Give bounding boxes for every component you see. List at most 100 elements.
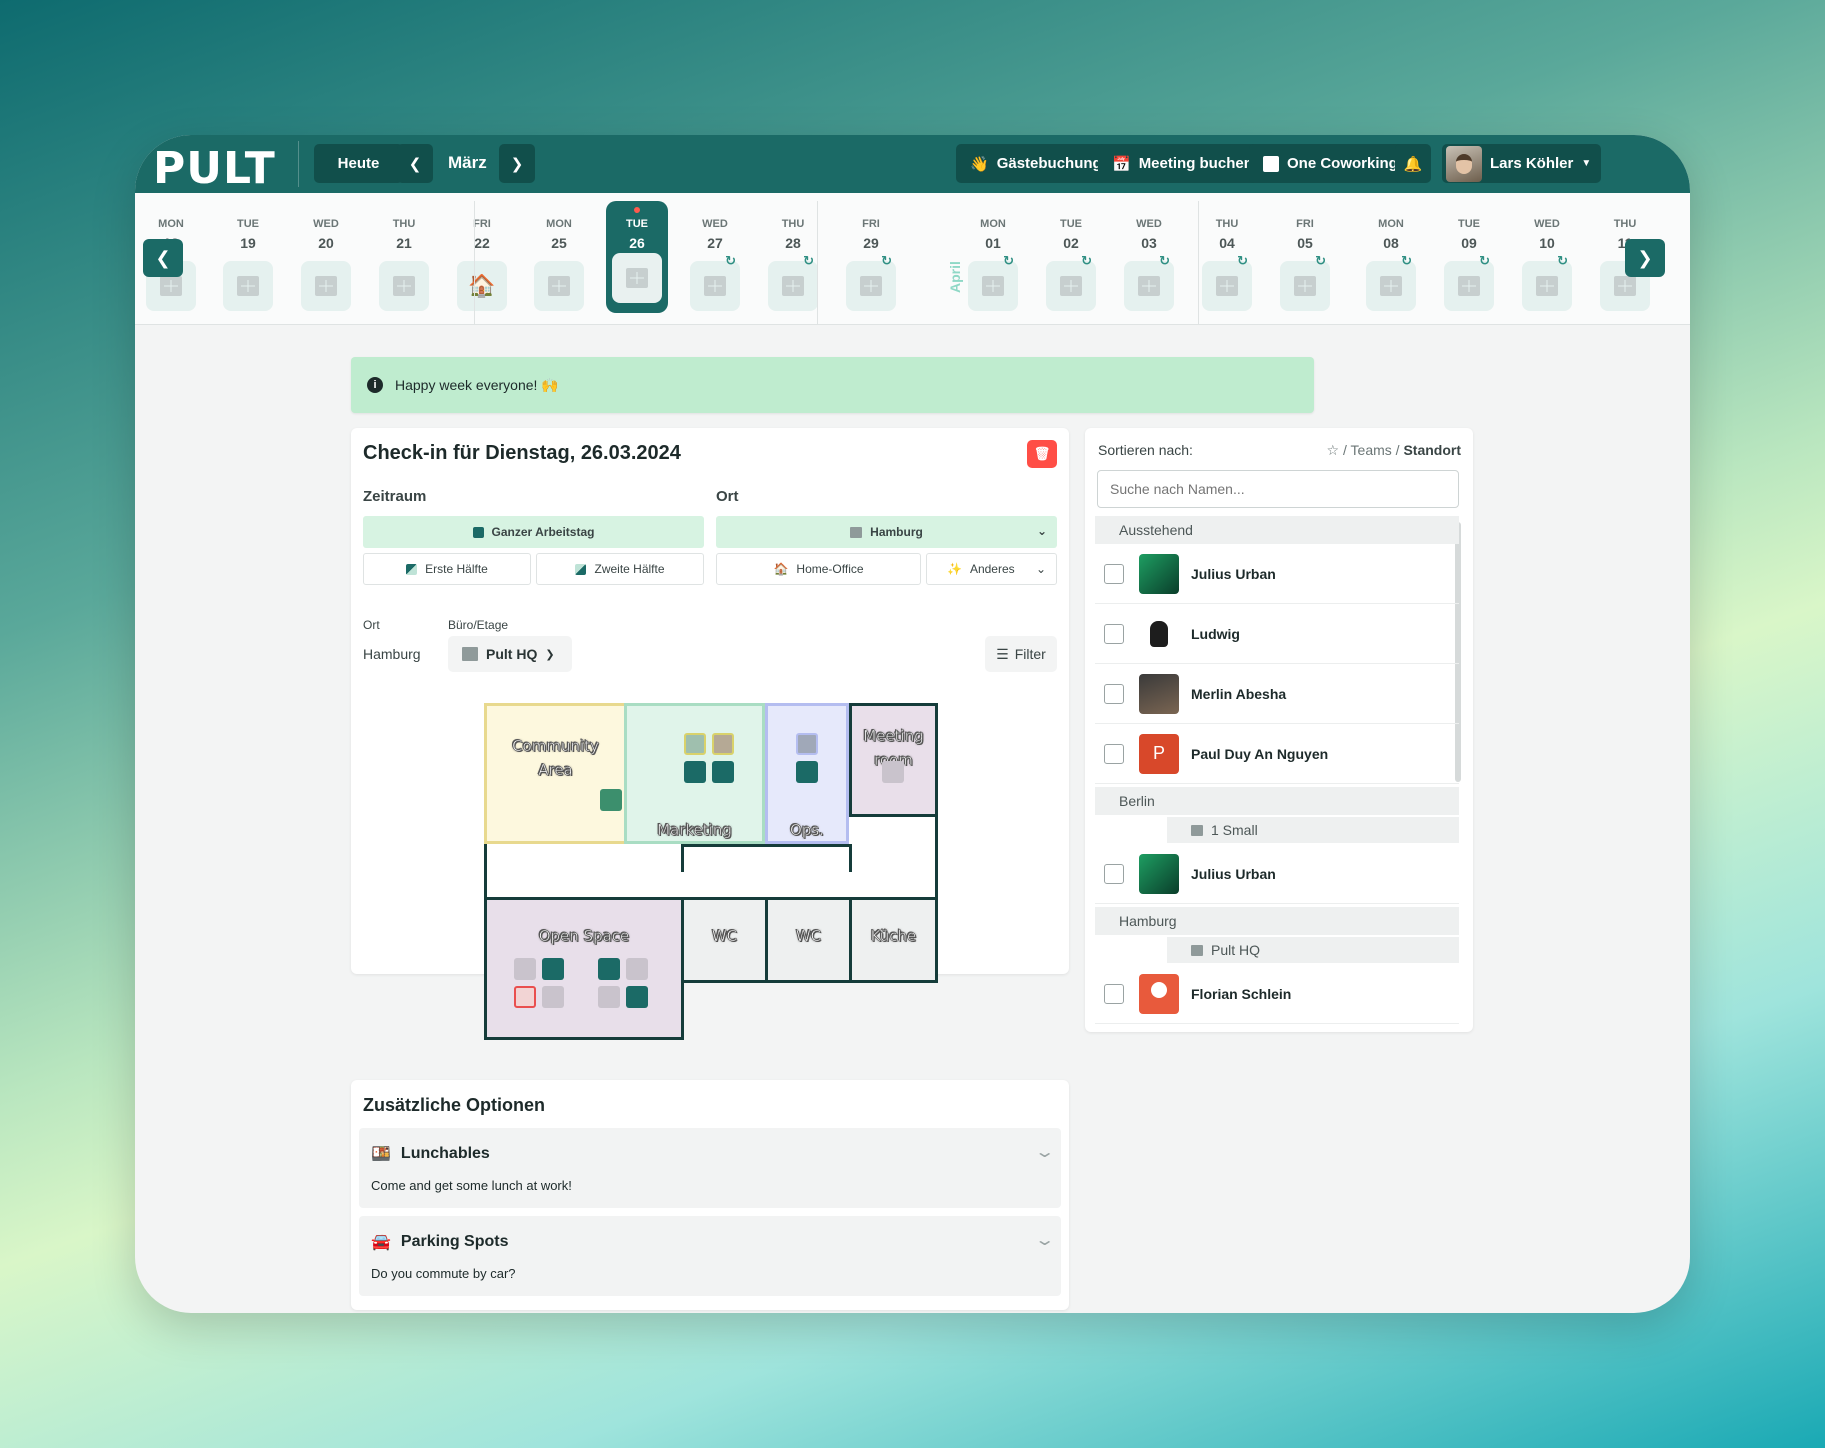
calendar-day[interactable]: TUE 02 ↻ <box>1040 193 1102 313</box>
day-number: 29 <box>863 235 879 251</box>
first-half-option[interactable]: Erste Hälfte <box>363 553 531 585</box>
floor-plan: Community Area Marketing Ops. Meeting ro… <box>484 703 942 1043</box>
sub-group-label: Pult HQ <box>1211 942 1261 958</box>
day-number: 10 <box>1539 235 1555 251</box>
calendar-day[interactable]: FRI 22 🏠 <box>451 193 513 313</box>
office-dropdown[interactable]: Pult HQ ❯ <box>448 636 572 672</box>
calendar-day[interactable]: WED 20 <box>295 193 357 313</box>
room-wc-1[interactable]: WC <box>681 897 768 983</box>
desk[interactable] <box>626 986 648 1008</box>
sort-teams[interactable]: Teams <box>1351 442 1392 458</box>
desk-occupied-avatar[interactable] <box>684 733 706 755</box>
person-row[interactable]: Merlin Abesha <box>1095 664 1459 724</box>
room-wc-2[interactable]: WC <box>765 897 852 983</box>
person-checkbox[interactable] <box>1104 683 1124 704</box>
desk[interactable] <box>712 761 734 783</box>
delete-button[interactable]: 🗑 <box>1027 440 1057 468</box>
next-month-button[interactable]: ❯ <box>499 144 535 183</box>
desk[interactable] <box>684 761 706 783</box>
person-row[interactable]: Julius Urban <box>1095 544 1459 604</box>
desk[interactable] <box>598 958 620 980</box>
day-name: TUE <box>1060 218 1082 230</box>
desk[interactable] <box>598 986 620 1008</box>
person-checkbox[interactable] <box>1104 623 1124 644</box>
sort-location[interactable]: Standort <box>1403 442 1461 458</box>
other-label: Anderes <box>969 562 1015 576</box>
option-parking-spots[interactable]: 🚘 Parking Spots Do you commute by car? ⌄ <box>359 1216 1061 1296</box>
wall <box>935 817 938 900</box>
full-day-option[interactable]: Ganzer Arbeitstag <box>363 516 704 548</box>
calendar-day[interactable]: TUE 26 <box>606 193 668 313</box>
desk[interactable] <box>542 986 564 1008</box>
chevron-down-icon[interactable]: ⌄ <box>1034 1230 1055 1250</box>
calendar-day[interactable]: TUE 09 ↻ <box>1438 193 1500 313</box>
pult-logo[interactable]: PULT <box>153 143 276 194</box>
second-half-option[interactable]: Zweite Hälfte <box>536 553 704 585</box>
day-name: WED <box>1534 218 1560 230</box>
person-row[interactable]: Julius Urban <box>1095 844 1459 904</box>
desk[interactable] <box>600 789 622 811</box>
calendar-day[interactable]: FRI 29 ↻ <box>840 193 902 313</box>
filter-button[interactable]: ☰ Filter <box>985 636 1057 672</box>
day-name: FRI <box>473 218 491 230</box>
location-label: Hamburg <box>870 525 923 539</box>
day-number: 03 <box>1141 235 1157 251</box>
calendar-day[interactable]: THU 21 <box>373 193 435 313</box>
coworking-button[interactable]: One Coworking <box>1249 144 1412 183</box>
calendar-day[interactable]: FRI 05 ↻ <box>1274 193 1336 313</box>
calendar-day[interactable]: THU 28 ↻ <box>762 193 824 313</box>
meeting-booking-button[interactable]: 📅 Meeting buchen <box>1098 144 1267 183</box>
guest-booking-button[interactable]: 👋 Gästebuchung <box>956 144 1116 183</box>
desk[interactable] <box>882 761 904 783</box>
person-row[interactable]: Ludwig <box>1095 604 1459 664</box>
calendar-day[interactable]: WED 27 ↻ <box>684 193 746 313</box>
name-search-input[interactable] <box>1097 470 1459 508</box>
prev-month-button[interactable]: ❮ <box>397 144 433 183</box>
user-menu[interactable]: Lars Köhler ▼ <box>1442 144 1602 183</box>
desk-occupied-avatar[interactable] <box>712 733 734 755</box>
recurring-icon: ↻ <box>1159 253 1170 268</box>
calendar-prev-button[interactable]: ❮ <box>143 239 183 277</box>
notifications-button[interactable]: 🔔 <box>1395 144 1431 183</box>
option-lunchables[interactable]: 🍱 Lunchables Come and get some lunch at w… <box>359 1128 1061 1208</box>
person-row[interactable]: Florian Schlein <box>1095 964 1459 1024</box>
location-select[interactable]: Hamburg ⌄ <box>716 516 1057 548</box>
desk[interactable] <box>542 958 564 980</box>
person-row[interactable]: P Paul Duy An Nguyen <box>1095 724 1459 784</box>
calendar-day[interactable]: MON 08 ↻ <box>1360 193 1422 313</box>
person-checkbox[interactable] <box>1104 743 1124 764</box>
person-checkbox[interactable] <box>1104 563 1124 584</box>
calendar-day[interactable]: TUE 19 <box>217 193 279 313</box>
room-label: WC <box>795 927 822 946</box>
other-option[interactable]: ✨ Anderes ⌄ <box>926 553 1057 585</box>
checkin-title: Check-in für Dienstag, 26.03.2024 <box>363 442 681 464</box>
recurring-icon: ↻ <box>1081 253 1092 268</box>
office-building-icon <box>1138 276 1160 296</box>
trash-icon: 🗑 <box>1033 446 1051 461</box>
room-community-area[interactable]: Community Area <box>484 703 627 844</box>
chevron-down-icon[interactable]: ⌄ <box>1034 1142 1055 1162</box>
room-meeting[interactable]: Meeting room <box>849 703 938 817</box>
home-office-option[interactable]: 🏠 Home-Office <box>716 553 921 585</box>
calendar-next-button[interactable]: ❯ <box>1625 239 1665 277</box>
calendar-day[interactable]: MON 25 <box>528 193 590 313</box>
day-status-tile <box>534 261 584 311</box>
star-icon[interactable]: ☆ <box>1327 442 1340 458</box>
person-checkbox[interactable] <box>1104 863 1124 884</box>
calendar-day[interactable]: THU 04 ↻ <box>1196 193 1258 313</box>
desk[interactable] <box>514 958 536 980</box>
person-checkbox[interactable] <box>1104 983 1124 1004</box>
room-kitchen[interactable]: Küche <box>849 897 938 983</box>
today-button[interactable]: Heute <box>314 144 403 183</box>
calendar-day[interactable]: MON 01 ↻ <box>962 193 1024 313</box>
desk[interactable] <box>626 958 648 980</box>
calendar-day[interactable]: WED 10 ↻ <box>1516 193 1578 313</box>
desk[interactable] <box>796 761 818 783</box>
desk-occupied-avatar[interactable] <box>796 733 818 755</box>
chevron-left-icon: ❮ <box>408 155 422 173</box>
desk-occupied-avatar[interactable] <box>514 986 536 1008</box>
calendar-day[interactable]: WED 03 ↻ <box>1118 193 1180 313</box>
caret-down-icon: ▼ <box>1581 158 1592 169</box>
day-name: WED <box>702 218 728 230</box>
day-name: MON <box>980 218 1006 230</box>
